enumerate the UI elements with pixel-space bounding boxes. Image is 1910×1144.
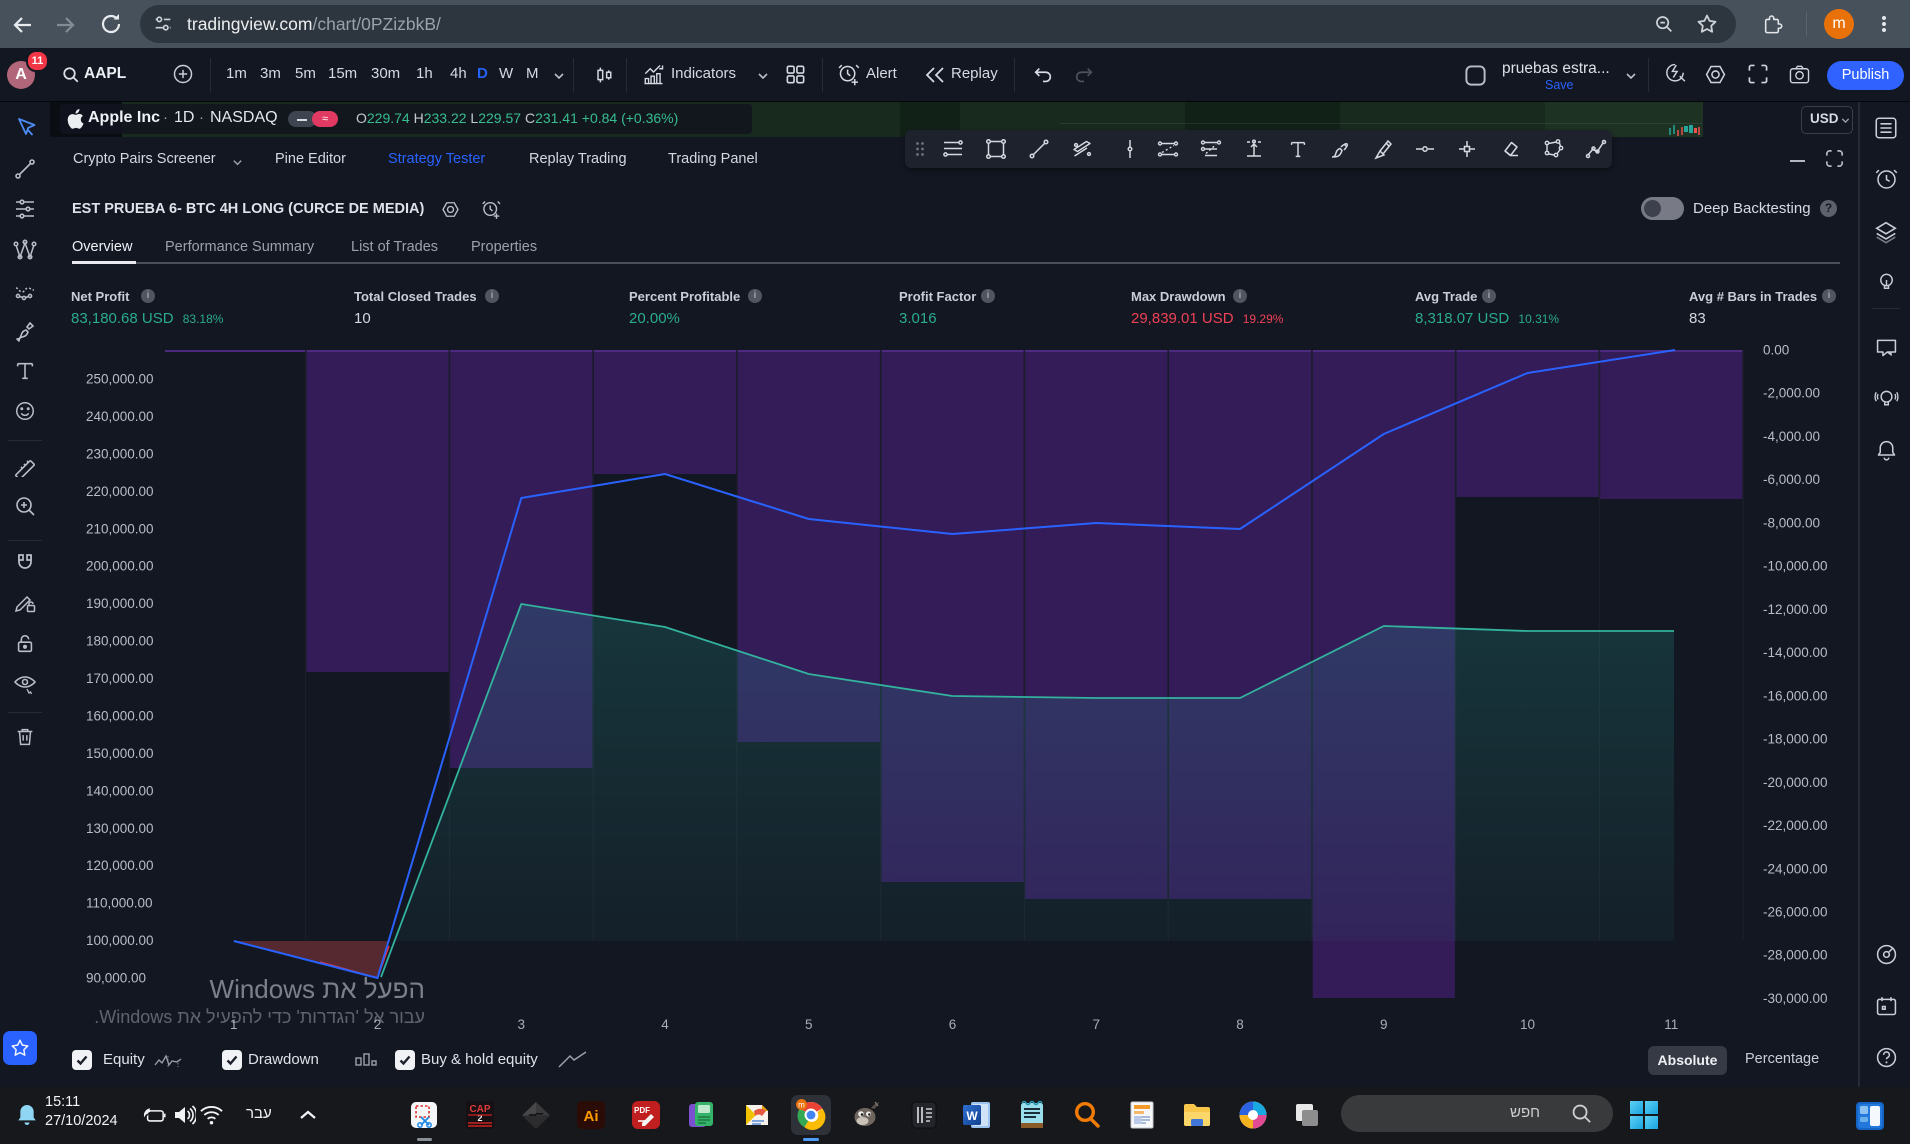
svg-text:-10,000.00: -10,000.00	[1763, 559, 1828, 574]
svg-text:8: 8	[1236, 1017, 1244, 1032]
svg-text:3: 3	[518, 1017, 526, 1032]
svg-text:-24,000.00: -24,000.00	[1763, 861, 1828, 876]
svg-text:-30,000.00: -30,000.00	[1763, 991, 1828, 1006]
svg-text:-20,000.00: -20,000.00	[1763, 775, 1828, 790]
svg-text:4: 4	[661, 1017, 669, 1032]
svg-text:-8,000.00: -8,000.00	[1763, 515, 1820, 530]
svg-text:PDF: PDF	[634, 1106, 650, 1115]
svg-text:140,000.00: 140,000.00	[86, 783, 154, 798]
svg-text:7: 7	[1093, 1017, 1101, 1032]
svg-text:-28,000.00: -28,000.00	[1763, 948, 1828, 963]
svg-text:-12,000.00: -12,000.00	[1763, 602, 1828, 617]
svg-text:110,000.00: 110,000.00	[86, 896, 153, 911]
svg-text:130,000.00: 130,000.00	[86, 821, 154, 836]
svg-text:90,000.00: 90,000.00	[86, 971, 146, 986]
svg-text:-2,000.00: -2,000.00	[1763, 386, 1820, 401]
svg-text:-26,000.00: -26,000.00	[1763, 905, 1828, 920]
svg-text:11: 11	[1664, 1017, 1678, 1032]
svg-text:200,000.00: 200,000.00	[86, 559, 154, 574]
svg-text:W: W	[966, 1109, 978, 1123]
svg-text:180,000.00: 180,000.00	[86, 634, 154, 649]
svg-text:-14,000.00: -14,000.00	[1763, 645, 1828, 660]
svg-text:230,000.00: 230,000.00	[86, 446, 154, 461]
svg-text:0.00: 0.00	[1763, 343, 1789, 358]
svg-text:-4,000.00: -4,000.00	[1763, 429, 1820, 444]
svg-text:220,000.00: 220,000.00	[86, 484, 154, 499]
svg-text:m: m	[798, 1101, 805, 1110]
svg-text:6: 6	[949, 1017, 957, 1032]
svg-text:-16,000.00: -16,000.00	[1763, 688, 1828, 703]
svg-text:Ai: Ai	[584, 1108, 599, 1125]
svg-text:9: 9	[1380, 1017, 1388, 1032]
svg-text:150,000.00: 150,000.00	[86, 746, 154, 761]
svg-text:-18,000.00: -18,000.00	[1763, 732, 1828, 747]
svg-text:-6,000.00: -6,000.00	[1763, 472, 1820, 487]
svg-text:-22,000.00: -22,000.00	[1763, 818, 1828, 833]
svg-text:170,000.00: 170,000.00	[86, 671, 154, 686]
svg-text:190,000.00: 190,000.00	[86, 596, 154, 611]
svg-text:5: 5	[805, 1017, 813, 1032]
svg-text:210,000.00: 210,000.00	[86, 521, 154, 536]
svg-text:250,000.00: 250,000.00	[86, 372, 154, 387]
svg-text:10: 10	[1520, 1017, 1535, 1032]
svg-text:240,000.00: 240,000.00	[86, 409, 154, 424]
svg-text:160,000.00: 160,000.00	[86, 709, 154, 724]
svg-text:100,000.00: 100,000.00	[86, 933, 154, 948]
svg-text:120,000.00: 120,000.00	[86, 858, 154, 873]
